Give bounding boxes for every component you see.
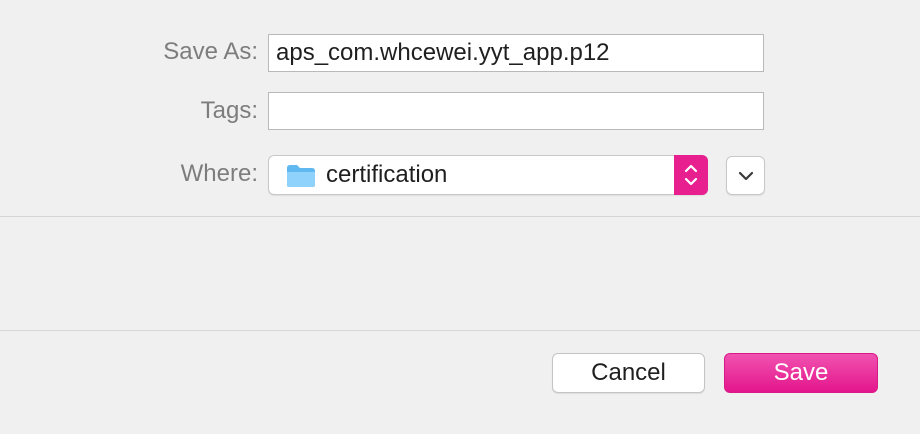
cancel-button[interactable]: Cancel [552, 353, 705, 393]
save-dialog: Save As: aps_com.whcewei.yyt_app.p12 Tag… [0, 0, 920, 434]
tags-field[interactable] [268, 92, 764, 130]
folder-icon [286, 164, 316, 188]
save-button[interactable]: Save [724, 353, 878, 393]
where-label: Where: [180, 160, 258, 187]
bottom-divider [0, 330, 920, 331]
expand-browser-button[interactable] [726, 156, 765, 195]
save-as-label: Save As: [163, 38, 258, 65]
popup-stepper-icon[interactable] [674, 155, 708, 195]
top-divider [0, 216, 920, 217]
chevron-down-icon [738, 171, 754, 181]
save-as-field[interactable]: aps_com.whcewei.yyt_app.p12 [268, 34, 764, 72]
where-location-popup[interactable]: certification [268, 155, 708, 195]
where-location-label: certification [326, 161, 448, 188]
tags-label: Tags: [200, 97, 258, 124]
